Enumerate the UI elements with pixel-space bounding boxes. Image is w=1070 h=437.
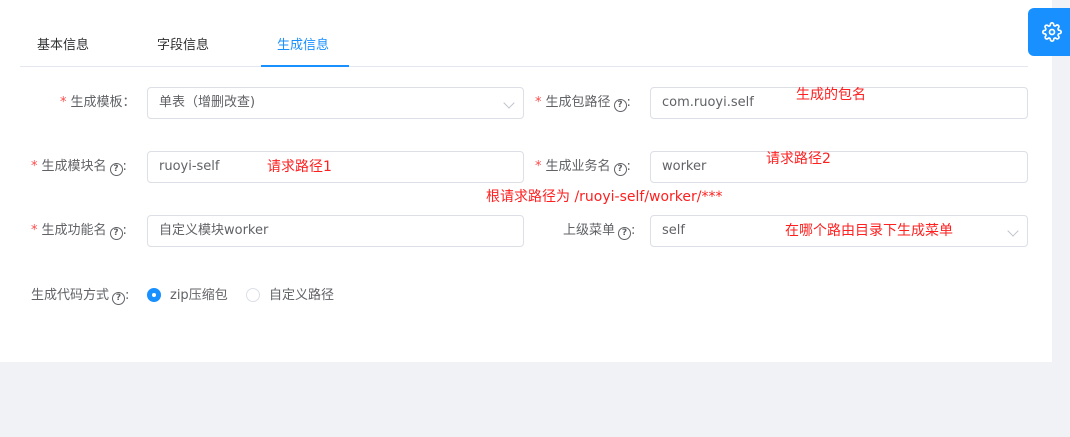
package-path-label: * 生成包路径?: — [535, 95, 631, 112]
annotation-menu-dir: 在哪个路由目录下生成菜单 — [785, 223, 953, 239]
chevron-down-icon — [1007, 225, 1019, 237]
template-label: * 生成模板： — [60, 95, 136, 110]
annotation-package-name: 生成的包名 — [796, 87, 866, 103]
content-panel: 基本信息 字段信息 生成信息 * 生成模板： 单表（增删改查) * 生成包路径?: … — [0, 0, 1052, 362]
template-select[interactable]: 单表（增删改查) — [147, 87, 524, 119]
tab-active-indicator — [261, 65, 349, 67]
parent-menu-label: 上级菜单?: — [563, 223, 636, 240]
tab-field-info[interactable]: 字段信息 — [157, 28, 209, 66]
gen-type-label: 生成代码方式?: — [31, 288, 130, 305]
annotation-path2: 请求路径2 — [766, 151, 831, 167]
question-icon[interactable]: ? — [613, 99, 627, 112]
annotation-full-path: 根请求路径为 /ruoyi-self/worker/*** — [486, 189, 723, 205]
radio-checked-icon — [147, 288, 161, 302]
chevron-down-icon — [503, 97, 515, 109]
module-name-input[interactable]: ruoyi-self — [147, 151, 524, 183]
question-icon[interactable]: ? — [613, 163, 627, 176]
question-icon[interactable]: ? — [109, 163, 123, 176]
radio-zip[interactable]: zip压缩包 — [147, 288, 228, 304]
question-icon[interactable]: ? — [109, 227, 123, 240]
tab-gen-info[interactable]: 生成信息 — [277, 28, 329, 66]
tab-bar: 基本信息 字段信息 生成信息 — [20, 28, 1028, 67]
radio-unchecked-icon — [246, 288, 260, 302]
annotation-path1: 请求路径1 — [267, 159, 332, 175]
business-name-label: * 生成业务名?: — [535, 159, 631, 176]
business-name-input[interactable]: worker — [650, 151, 1028, 183]
function-name-label: * 生成功能名?: — [31, 223, 127, 240]
module-name-label: * 生成模块名?: — [31, 159, 127, 176]
gear-icon — [1042, 22, 1062, 42]
question-icon[interactable]: ? — [112, 292, 126, 305]
tab-basic-info[interactable]: 基本信息 — [37, 28, 89, 66]
function-name-input[interactable]: 自定义模块worker — [147, 215, 524, 247]
settings-button[interactable] — [1028, 8, 1070, 56]
radio-custom-path[interactable]: 自定义路径 — [246, 288, 334, 304]
question-icon[interactable]: ? — [618, 227, 632, 240]
